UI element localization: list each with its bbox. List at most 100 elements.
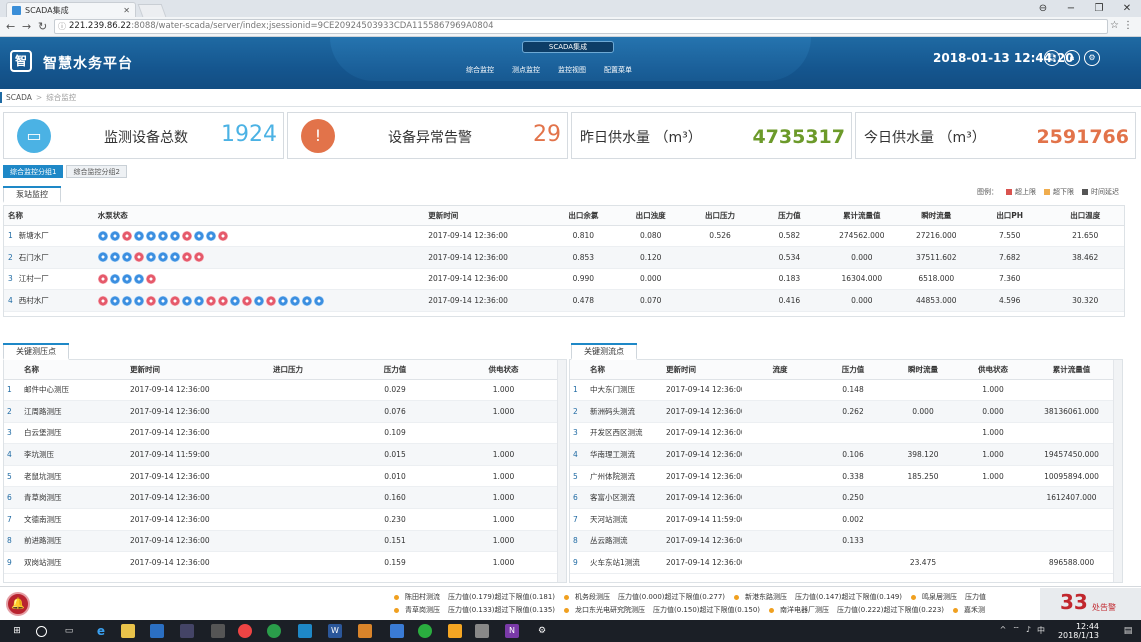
nav-item-views[interactable]: 监控视图 — [558, 65, 586, 75]
media-player-icon[interactable] — [298, 624, 312, 638]
new-tab-button[interactable] — [137, 4, 167, 17]
table-row[interactable]: 3 开发区西区测流 2017-09-14 12:36:00 1.000 — [570, 422, 1115, 445]
pump-fan-icon[interactable] — [145, 252, 156, 263]
tab-group-1[interactable]: 综合监控分组1 — [3, 165, 64, 178]
notification-icon[interactable]: ▤ — [1121, 624, 1135, 638]
pump-fan-icon[interactable] — [181, 252, 192, 263]
table-row[interactable]: 9 火车东站1测流 2017-09-14 12:36:00 23.475 896588.… — [570, 551, 1115, 574]
user-icon[interactable]: ☺ — [1044, 50, 1060, 66]
settings-icon[interactable]: ⚙ — [1084, 50, 1100, 66]
pump-fan-icon[interactable] — [97, 295, 108, 306]
pump-fan-icon[interactable] — [157, 252, 168, 263]
pump-fan-icon[interactable] — [133, 295, 144, 306]
word-icon[interactable]: W — [328, 624, 342, 638]
table-row[interactable]: 6 青草岗测压 2017-09-14 12:36:00 0.160 1.000 — [4, 486, 559, 510]
pressure-scrollbar[interactable] — [557, 360, 566, 582]
tray-clock[interactable]: 12:44 2018/1/13 — [1058, 622, 1099, 640]
mail-icon[interactable] — [180, 624, 194, 638]
edge-browser-icon[interactable]: e — [94, 624, 108, 638]
site-info-icon[interactable]: ⓘ — [58, 20, 66, 33]
back-arrow-icon[interactable]: ← — [6, 20, 15, 33]
table-row[interactable]: 7 文德南测压 2017-09-14 12:36:00 0.230 1.000 — [4, 508, 559, 531]
pump-fan-icon[interactable] — [169, 295, 180, 306]
pump-fan-icon[interactable] — [169, 230, 180, 241]
pump-fan-icon[interactable] — [193, 252, 204, 263]
home-icon[interactable]: ⌂ — [1064, 50, 1080, 66]
pump-fan-icon[interactable] — [205, 230, 216, 241]
settings-gear-icon[interactable]: ⚙ — [535, 624, 549, 638]
pump-fan-icon[interactable] — [217, 295, 228, 306]
pump-fan-icon[interactable] — [157, 295, 168, 306]
pump-fan-icon[interactable] — [145, 295, 156, 306]
alarm-point[interactable]: 龙口东光电研究院测压 — [575, 606, 645, 614]
pump-fan-icon[interactable] — [109, 252, 120, 263]
pump-fan-icon[interactable] — [121, 295, 132, 306]
network-icon[interactable]: ⌔ — [1012, 625, 1020, 636]
table-row[interactable]: 5 广州体院测流 2017-09-14 12:36:00 0.338 185.250 1.… — [570, 465, 1115, 488]
pump-fan-icon[interactable] — [145, 230, 156, 241]
pump-fan-icon[interactable] — [181, 230, 192, 241]
stat-card-alarms[interactable]: ! 设备异常告警 29 — [287, 112, 568, 159]
pump-fan-icon[interactable] — [241, 295, 252, 306]
pump-fan-icon[interactable] — [145, 273, 156, 284]
search-icon[interactable] — [36, 626, 47, 637]
profile-icon[interactable]: ⊖ — [1029, 0, 1057, 17]
table-row[interactable]: 4 西村水厂 2017-09-14 12:36:00 0.478 0.070 0.416 0… — [4, 289, 1124, 312]
browser-menu-icon[interactable]: ⋮ — [1123, 20, 1133, 31]
table-row[interactable]: 9 双岗站测压 2017-09-14 12:36:00 0.159 1.000 — [4, 551, 559, 574]
app-orange-icon[interactable] — [358, 624, 372, 638]
start-windows-icon[interactable]: ⊞ — [10, 624, 24, 638]
table-row[interactable]: 1 邮件中心测压 2017-09-14 12:36:00 0.029 1.000 — [4, 379, 559, 402]
tab-group-2[interactable]: 综合监控分组2 — [66, 165, 127, 178]
wechat-icon[interactable] — [418, 624, 432, 638]
pump-fan-icon[interactable] — [217, 230, 228, 241]
onenote-icon[interactable]: N — [505, 624, 519, 638]
alarm-point[interactable]: 嘉禾测 — [964, 606, 985, 614]
table-row[interactable]: 1 中大东门测压 2017-09-14 12:36:00 0.148 1.000 — [570, 379, 1115, 402]
tab-close-icon[interactable]: ✕ — [123, 6, 130, 15]
tray-expand-icon[interactable]: ^ — [1000, 625, 1007, 636]
pump-fan-icon[interactable] — [169, 252, 180, 263]
table-row[interactable]: 7 天河站测流 2017-09-14 11:59:00 0.002 — [570, 508, 1115, 531]
pump-fan-icon[interactable] — [133, 273, 144, 284]
volume-icon[interactable]: ♪ — [1026, 625, 1031, 636]
alarm-point[interactable]: 陈田村测流 — [405, 593, 440, 601]
table-row[interactable]: 4 华南理工测流 2017-09-14 12:36:00 0.106 398.120 1.… — [570, 443, 1115, 466]
table-row[interactable]: 8 前进路测压 2017-09-14 12:36:00 0.151 1.000 — [4, 530, 559, 553]
pump-fan-icon[interactable] — [109, 295, 120, 306]
browser-tab[interactable]: SCADA集成 ✕ — [6, 2, 136, 17]
table-row[interactable]: 2 江周路测压 2017-09-14 12:36:00 0.076 1.000 — [4, 400, 559, 423]
app-icon[interactable] — [211, 624, 225, 638]
bookmark-star-icon[interactable]: ☆ — [1110, 20, 1119, 31]
breadcrumb-root[interactable]: SCADA — [6, 93, 32, 102]
pump-fan-icon[interactable] — [253, 295, 264, 306]
pump-fan-icon[interactable] — [109, 230, 120, 241]
restore-button[interactable]: ❐ — [1085, 0, 1113, 17]
module-switch-button[interactable]: SCADA集成 — [522, 41, 614, 53]
tab-pump-station[interactable]: 泵站监控 — [3, 186, 61, 203]
url-input[interactable]: ⓘ 221.239.86.22:8088/water-scada/server/… — [54, 19, 1108, 34]
pump-fan-icon[interactable] — [121, 252, 132, 263]
pump-fan-icon[interactable] — [157, 230, 168, 241]
nav-item-overview[interactable]: 综合监控 — [466, 65, 494, 75]
forward-arrow-icon[interactable]: → — [22, 20, 31, 33]
alarm-count-button[interactable]: 33 处告警 — [1040, 588, 1141, 620]
pump-fan-icon[interactable] — [109, 273, 120, 284]
minimize-button[interactable]: − — [1057, 0, 1085, 17]
pump-fan-icon[interactable] — [133, 252, 144, 263]
table-row[interactable]: 5 老鼠坑测压 2017-09-14 12:36:00 0.010 1.000 — [4, 465, 559, 488]
pump-fan-icon[interactable] — [97, 252, 108, 263]
reload-icon[interactable]: ↻ — [38, 20, 47, 33]
alarm-point[interactable]: 新港东路测压 — [745, 593, 787, 601]
pump-fan-icon[interactable] — [205, 295, 216, 306]
pump-fan-icon[interactable] — [301, 295, 312, 306]
search-app-icon[interactable] — [448, 624, 462, 638]
task-view-icon[interactable]: ▭ — [62, 624, 76, 638]
pump-fan-icon[interactable] — [313, 295, 324, 306]
alarm-point[interactable]: 机务段测压 — [575, 593, 610, 601]
pump-fan-icon[interactable] — [97, 230, 108, 241]
pump-fan-icon[interactable] — [181, 295, 192, 306]
alarm-point[interactable]: 鸣泉居测压 — [922, 593, 957, 601]
table-row[interactable]: 4 李坑测压 2017-09-14 11:59:00 0.015 1.000 — [4, 443, 559, 466]
pump-fan-icon[interactable] — [289, 295, 300, 306]
